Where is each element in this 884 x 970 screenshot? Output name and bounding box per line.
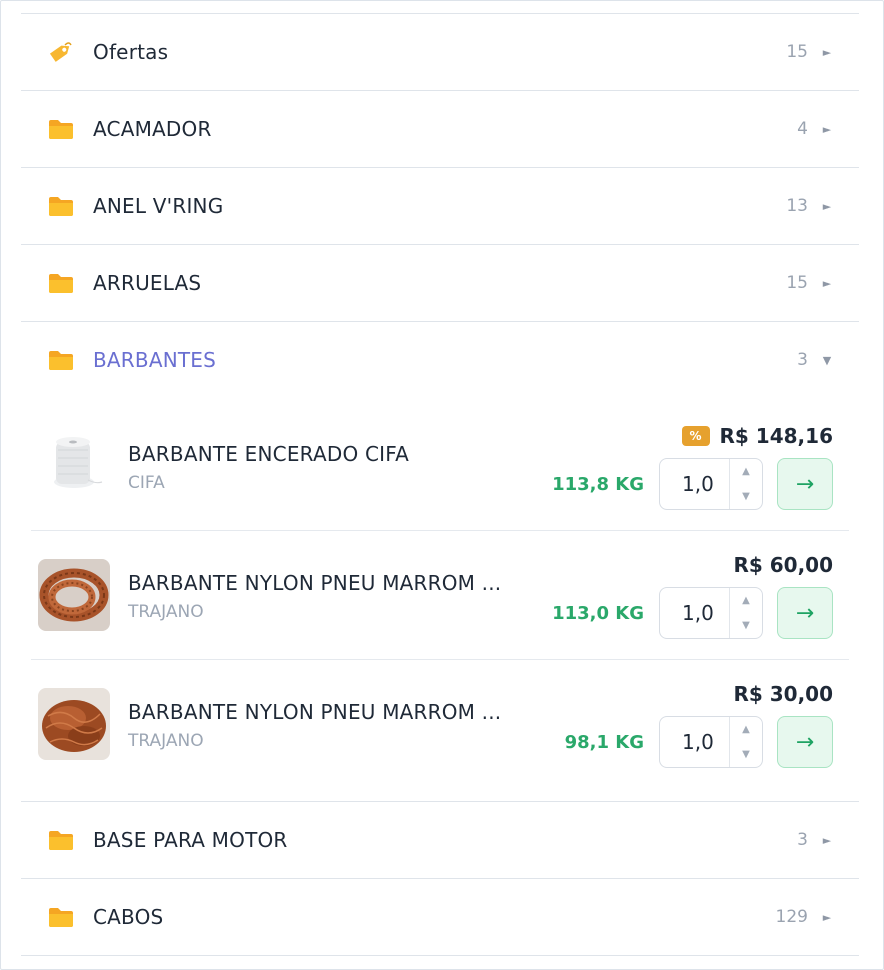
- category-ofertas[interactable]: Ofertas 15 ►: [21, 13, 859, 90]
- product-price: R$ 60,00: [733, 553, 833, 577]
- chevron-down-icon[interactable]: ▼: [730, 484, 762, 509]
- product-name[interactable]: BARBANTE NYLON PNEU MARROM ...: [128, 571, 501, 595]
- category-list: Ofertas 15 ► ACAMADOR 4 ► ANEL V'RING 13…: [21, 13, 859, 956]
- product-row: BARBANTE NYLON PNEU MARROM ... TRAJANO R…: [31, 659, 849, 788]
- product-name[interactable]: BARBANTE NYLON PNEU MARROM ...: [128, 700, 501, 724]
- category-name: Ofertas: [93, 40, 169, 64]
- product-price: R$ 30,00: [733, 682, 833, 706]
- folder-icon: [49, 274, 73, 293]
- stock-quantity: 113,0 KG: [552, 603, 644, 624]
- chevron-down-icon: ▼: [822, 353, 832, 367]
- category-name: BARBANTES: [93, 348, 217, 372]
- stock-quantity: 113,8 KG: [552, 474, 644, 495]
- chevron-up-icon[interactable]: ▲: [730, 588, 762, 613]
- product-row: BARBANTE ENCERADO CIFA CIFA % R$ 148,16 …: [31, 402, 849, 530]
- quantity-input[interactable]: 1,0: [660, 472, 729, 496]
- tag-icon: [49, 42, 72, 62]
- stepper-controls: ▲ ▼: [729, 588, 762, 638]
- arrow-right-icon: →: [795, 471, 815, 497]
- chevron-right-icon: ►: [822, 45, 832, 59]
- folder-icon: [49, 197, 73, 216]
- quantity-stepper[interactable]: 1,0 ▲ ▼: [659, 458, 763, 510]
- category-arruelas[interactable]: ARRUELAS 15 ►: [21, 244, 859, 321]
- product-list: BARBANTE ENCERADO CIFA CIFA % R$ 148,16 …: [21, 398, 859, 802]
- category-name: ACAMADOR: [93, 117, 212, 141]
- folder-icon: [49, 351, 73, 370]
- price-value: R$ 60,00: [733, 553, 833, 577]
- quantity-stepper[interactable]: 1,0 ▲ ▼: [659, 587, 763, 639]
- chevron-down-icon[interactable]: ▼: [730, 742, 762, 767]
- chevron-right-icon: ►: [822, 122, 832, 136]
- add-to-cart-button[interactable]: →: [777, 716, 833, 768]
- product-brand: CIFA: [128, 473, 165, 493]
- quantity-stepper[interactable]: 1,0 ▲ ▼: [659, 716, 763, 768]
- add-to-cart-button[interactable]: →: [777, 587, 833, 639]
- category-name: ANEL V'RING: [93, 194, 224, 218]
- chevron-down-icon[interactable]: ▼: [730, 613, 762, 638]
- add-to-cart-button[interactable]: →: [777, 458, 833, 510]
- category-cabos[interactable]: CABOS 129 ►: [21, 878, 859, 956]
- folder-icon: [49, 831, 73, 850]
- discount-badge: %: [681, 426, 710, 446]
- category-anel-vring[interactable]: ANEL V'RING 13 ►: [21, 167, 859, 244]
- price-value: R$ 148,16: [719, 424, 833, 448]
- stepper-controls: ▲ ▼: [729, 459, 762, 509]
- product-brand: TRAJANO: [128, 731, 204, 751]
- quantity-input[interactable]: 1,0: [660, 601, 729, 625]
- product-price: % R$ 148,16: [681, 424, 833, 448]
- category-base-para-motor[interactable]: BASE PARA MOTOR 3 ►: [21, 802, 859, 878]
- folder-icon: [49, 120, 73, 139]
- price-value: R$ 30,00: [733, 682, 833, 706]
- product-brand: TRAJANO: [128, 602, 204, 622]
- folder-icon: [49, 908, 73, 927]
- category-name: BASE PARA MOTOR: [93, 828, 288, 852]
- chevron-up-icon[interactable]: ▲: [730, 717, 762, 742]
- category-acamador[interactable]: ACAMADOR 4 ►: [21, 90, 859, 167]
- chevron-right-icon: ►: [822, 910, 832, 924]
- product-image: [38, 559, 110, 631]
- category-name: CABOS: [93, 905, 164, 929]
- category-barbantes[interactable]: BARBANTES 3 ▼: [21, 321, 859, 398]
- arrow-right-icon: →: [795, 600, 815, 626]
- product-row: BARBANTE NYLON PNEU MARROM ... TRAJANO R…: [31, 530, 849, 659]
- category-panel: Ofertas 15 ► ACAMADOR 4 ► ANEL V'RING 13…: [0, 0, 884, 970]
- chevron-right-icon: ►: [822, 199, 832, 213]
- product-image: [38, 688, 110, 760]
- stock-quantity: 98,1 KG: [564, 732, 644, 753]
- product-name[interactable]: BARBANTE ENCERADO CIFA: [128, 442, 409, 466]
- chevron-right-icon: ►: [822, 833, 832, 847]
- chevron-up-icon[interactable]: ▲: [730, 459, 762, 484]
- chevron-right-icon: ►: [822, 276, 832, 290]
- arrow-right-icon: →: [795, 729, 815, 755]
- stepper-controls: ▲ ▼: [729, 717, 762, 767]
- category-name: ARRUELAS: [93, 271, 202, 295]
- quantity-input[interactable]: 1,0: [660, 730, 729, 754]
- product-image: [38, 430, 110, 502]
